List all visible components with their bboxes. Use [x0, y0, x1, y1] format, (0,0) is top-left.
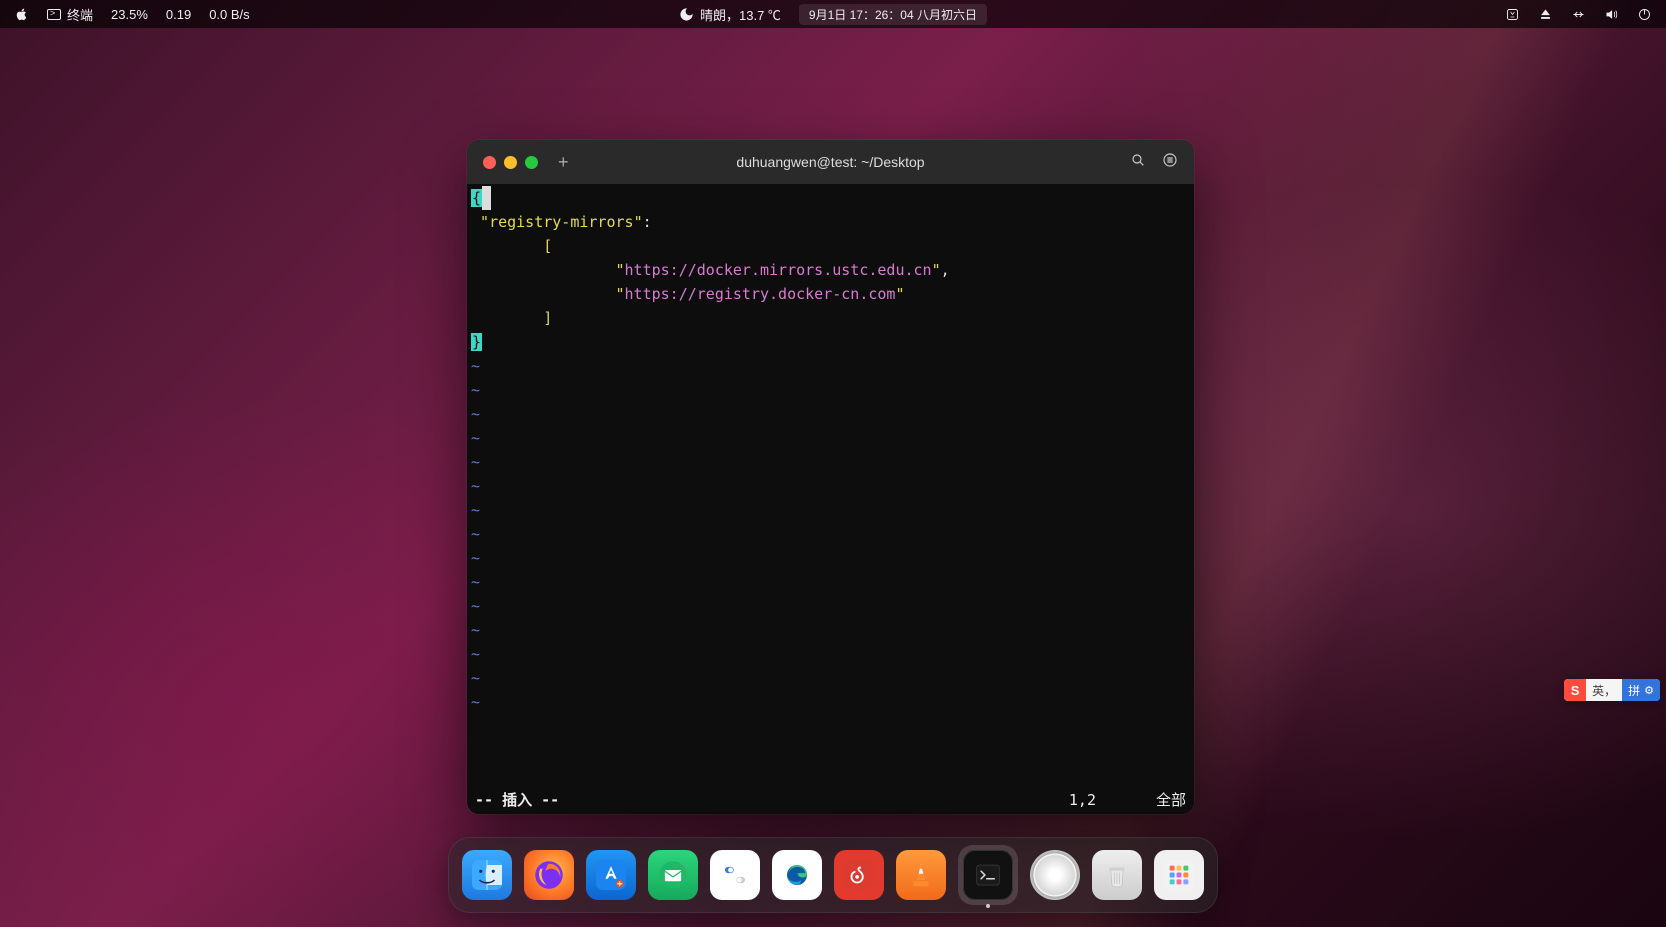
input-source-icon[interactable]	[1505, 7, 1520, 22]
minimize-button[interactable]	[504, 156, 517, 169]
cpu-percent: 23.5%	[111, 7, 148, 22]
sync-icon[interactable]	[1571, 7, 1586, 22]
terminal-body[interactable]: { "registry-mirrors": [ "https://docker.…	[467, 184, 1194, 814]
ime-sep: ，	[1604, 684, 1616, 698]
mirror-url-1: https://registry.docker-cn.com	[625, 285, 896, 303]
dock-disc[interactable]	[1030, 850, 1080, 900]
power-icon[interactable]	[1637, 7, 1652, 22]
text-cursor	[482, 186, 491, 210]
vim-statusbar: -- 插入 -- 1,2 全部	[467, 788, 1194, 812]
vim-tilde: ~	[467, 450, 1194, 474]
menubar: 终端 23.5% 0.19 0.0 B/s 晴朗，13.7 ℃ 9月1日 17：…	[0, 0, 1666, 28]
load-average: 0.19	[166, 7, 191, 22]
dock-firefox[interactable]	[524, 850, 574, 900]
active-app-name: 终端	[67, 5, 93, 24]
dock-mail[interactable]	[648, 850, 698, 900]
apple-menu-icon[interactable]	[14, 7, 29, 22]
dock-settings[interactable]	[710, 850, 760, 900]
vim-tilde: ~	[467, 594, 1194, 618]
dock	[448, 837, 1218, 913]
vim-tilde: ~	[467, 618, 1194, 642]
dock-trash[interactable]	[1092, 850, 1142, 900]
dock-terminal[interactable]	[963, 850, 1013, 900]
search-icon[interactable]	[1130, 152, 1146, 173]
eject-icon[interactable]	[1538, 7, 1553, 22]
dock-vlc[interactable]	[896, 850, 946, 900]
terminal-icon	[47, 9, 61, 20]
close-button[interactable]	[483, 156, 496, 169]
weather-text: 晴朗，13.7 ℃	[700, 5, 781, 24]
network-speed: 0.0 B/s	[209, 7, 249, 22]
json-key: registry-mirrors	[489, 213, 634, 231]
ime-lang: 英	[1592, 684, 1604, 698]
vim-tilde: ~	[467, 690, 1194, 714]
brace-open: {	[471, 189, 482, 207]
scroll-percent: 全部	[1156, 788, 1186, 812]
vim-mode: -- 插入 --	[475, 788, 559, 812]
datetime-pill[interactable]: 9月1日 17：26：04 八月初六日	[799, 4, 987, 25]
weather-widget[interactable]: 晴朗，13.7 ℃	[679, 5, 781, 24]
moon-icon	[679, 7, 694, 22]
vim-tilde: ~	[467, 642, 1194, 666]
dock-edge[interactable]	[772, 850, 822, 900]
brace-close: }	[471, 333, 482, 351]
menu-icon[interactable]	[1162, 152, 1178, 173]
vim-tilde: ~	[467, 666, 1194, 690]
maximize-button[interactable]	[525, 156, 538, 169]
dock-terminal-active-wrap	[958, 845, 1018, 905]
vim-tilde: ~	[467, 402, 1194, 426]
vim-tilde: ~	[467, 378, 1194, 402]
vim-tilde: ~	[467, 498, 1194, 522]
terminal-window: + duhuangwen@test: ~/Desktop { "registry…	[467, 140, 1194, 814]
vim-tilde: ~	[467, 474, 1194, 498]
cursor-position: 1,2	[1069, 788, 1096, 812]
vim-tilde: ~	[467, 426, 1194, 450]
vim-tilde: ~	[467, 354, 1194, 378]
dock-appstore[interactable]	[586, 850, 636, 900]
vim-tilde: ~	[467, 546, 1194, 570]
dock-finder[interactable]	[462, 850, 512, 900]
new-tab-button[interactable]: +	[558, 152, 569, 173]
traffic-lights	[483, 156, 538, 169]
ime-mode: 拼	[1628, 682, 1640, 699]
ime-logo: S	[1564, 679, 1586, 701]
vim-tilde: ~	[467, 570, 1194, 594]
ime-indicator[interactable]: S 英， 拼 ⚙	[1564, 679, 1660, 701]
dock-netease-music[interactable]	[834, 850, 884, 900]
vim-tilde: ~	[467, 522, 1194, 546]
window-title: duhuangwen@test: ~/Desktop	[736, 154, 924, 170]
gear-icon[interactable]: ⚙	[1644, 684, 1654, 697]
volume-icon[interactable]	[1604, 7, 1619, 22]
active-app-indicator[interactable]: 终端	[47, 5, 93, 24]
mirror-url-0: https://docker.mirrors.ustc.edu.cn	[625, 261, 932, 279]
window-titlebar[interactable]: + duhuangwen@test: ~/Desktop	[467, 140, 1194, 184]
dock-launchpad[interactable]	[1154, 850, 1204, 900]
